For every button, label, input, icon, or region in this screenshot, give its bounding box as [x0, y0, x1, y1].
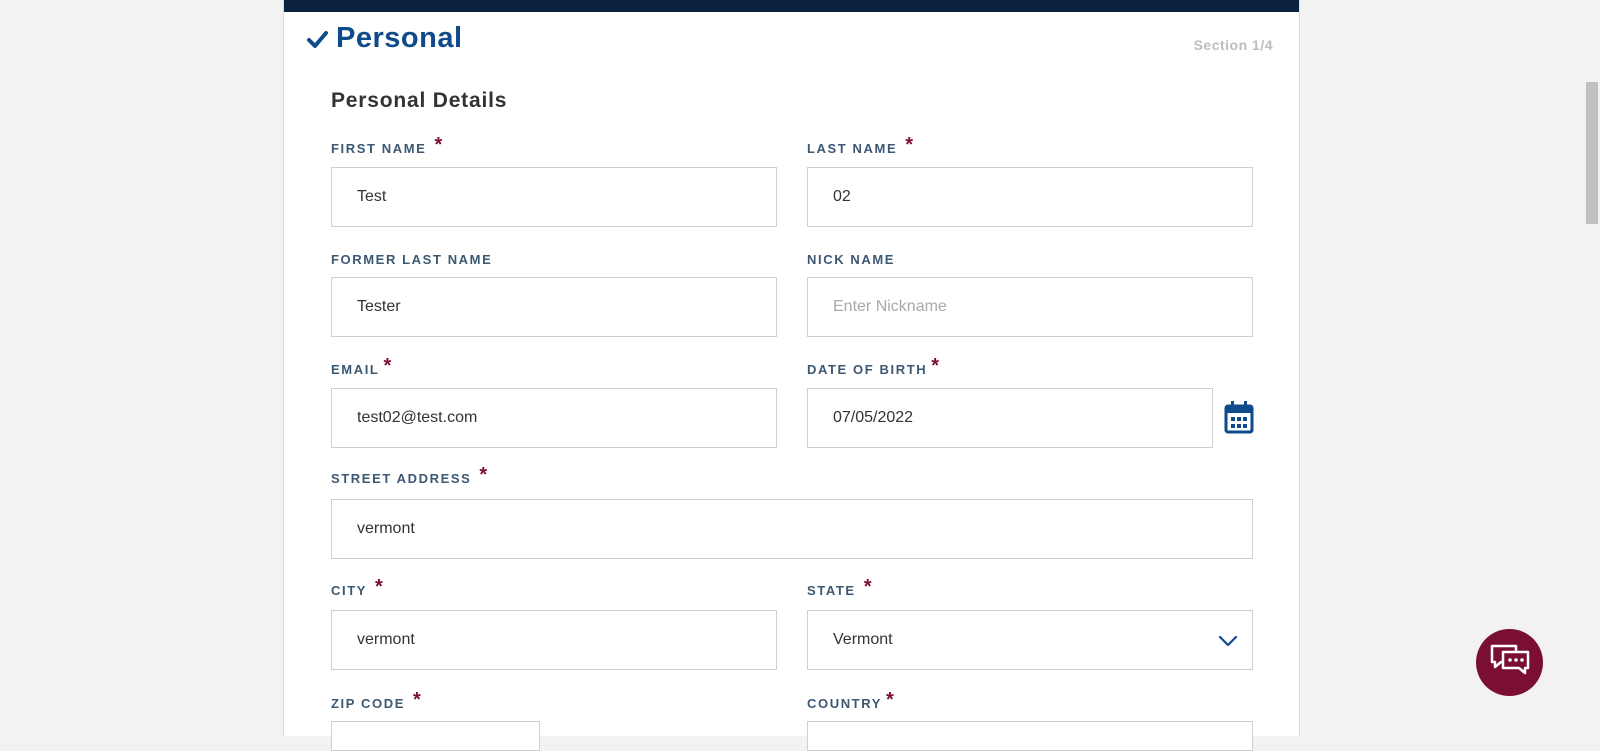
chat-button[interactable] [1476, 629, 1543, 696]
former-last-name-label: FORMER LAST NAME [331, 252, 493, 267]
country-select[interactable] [807, 721, 1253, 751]
date-of-birth-input[interactable]: 07/05/2022 [807, 388, 1213, 448]
email-label: EMAIL * [331, 355, 393, 377]
first-name-label: FIRST NAME * [331, 134, 444, 156]
section-counter: Section 1/4 [1193, 37, 1273, 53]
required-mark: * [375, 576, 385, 598]
chat-icon [1489, 642, 1531, 683]
zip-code-label: ZIP CODE * [331, 689, 423, 711]
street-address-label: STREET ADDRESS * [331, 464, 489, 486]
required-mark: * [863, 576, 874, 598]
form-card: Personal Section 1/4 Personal Details FI… [283, 0, 1300, 751]
email-input[interactable]: test02@test.com [331, 388, 777, 448]
required-mark: * [886, 689, 896, 711]
nick-name-label: NICK NAME [807, 252, 896, 267]
section-title: Personal [336, 22, 463, 54]
state-label: STATE * [807, 576, 874, 598]
city-label: CITY * [331, 576, 385, 598]
nick-name-input[interactable]: Enter Nickname [807, 277, 1253, 337]
required-mark: * [412, 689, 423, 711]
scrollbar-thumb[interactable] [1586, 82, 1598, 224]
personal-details-heading: Personal Details [331, 89, 508, 112]
zip-code-input[interactable] [331, 721, 540, 751]
scrollbar[interactable] [1583, 0, 1600, 736]
chevron-down-icon[interactable] [1218, 634, 1238, 647]
first-name-input[interactable]: Test [331, 167, 777, 227]
section-header: Personal [306, 22, 463, 55]
state-select[interactable]: Vermont [807, 610, 1253, 670]
required-mark: * [905, 134, 915, 156]
calendar-icon[interactable] [1224, 400, 1254, 434]
required-mark: * [434, 134, 444, 156]
former-last-name-input[interactable]: Tester [331, 277, 777, 337]
header-bar [284, 0, 1299, 12]
city-input[interactable]: vermont [331, 610, 777, 670]
date-of-birth-label: DATE OF BIRTH * [807, 355, 941, 377]
required-mark: * [479, 464, 489, 486]
check-icon [306, 28, 328, 50]
required-mark: * [383, 355, 393, 377]
country-label: COUNTRY * [807, 689, 896, 711]
last-name-input[interactable]: 02 [807, 167, 1253, 227]
required-mark: * [931, 355, 941, 377]
last-name-label: LAST NAME * [807, 134, 915, 156]
street-address-input[interactable]: vermont [331, 499, 1253, 559]
